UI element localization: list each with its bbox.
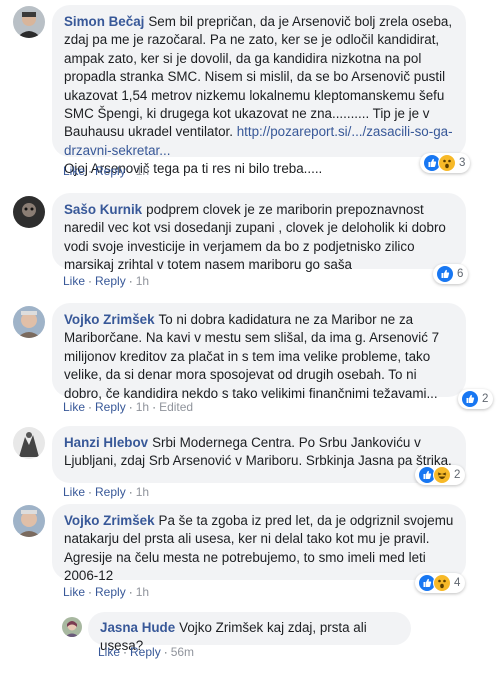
reaction-count: 3 xyxy=(459,157,466,169)
avatar-photo xyxy=(13,505,45,537)
reply-actions: Like · Reply · 56m xyxy=(98,645,195,659)
like-reaction-icon xyxy=(461,390,479,408)
comment-text: Sem bil prepričan, da je Arsenovič bolj … xyxy=(64,14,453,140)
comment-author[interactable]: Vojko Zrimšek xyxy=(64,312,155,327)
avatar[interactable] xyxy=(13,196,45,228)
reply-link[interactable]: Reply xyxy=(95,585,126,599)
reaction-count: 2 xyxy=(454,469,461,481)
avatar[interactable] xyxy=(13,505,45,537)
reply-link[interactable]: Reply xyxy=(130,645,161,659)
comment-actions: Like · Reply · 1h xyxy=(63,585,150,599)
avatar[interactable] xyxy=(13,427,45,459)
reply-timestamp[interactable]: 56m xyxy=(171,645,194,659)
comment-actions: Like · Reply · 1h xyxy=(63,485,150,499)
reaction-count: 6 xyxy=(457,268,464,280)
reaction-count: 4 xyxy=(454,577,461,589)
comment-author[interactable]: Simon Bečaj xyxy=(64,14,144,29)
wow-reaction-icon xyxy=(433,574,451,592)
comment-bubble: Simon Bečaj Sem bil prepričan, da je Arse… xyxy=(52,5,466,176)
reaction-summary[interactable]: 2 xyxy=(458,389,494,409)
comment-timestamp[interactable]: 1h xyxy=(136,485,149,499)
comment-timestamp[interactable]: 1h xyxy=(136,400,149,414)
reaction-summary[interactable]: 4 xyxy=(415,573,466,593)
avatar-photo xyxy=(62,617,82,637)
comment-bubble: Vojko Zrimšek Pa še ta zgoba iz pred let,… xyxy=(52,504,466,583)
avatar[interactable] xyxy=(13,6,45,38)
reply-link[interactable]: Reply xyxy=(95,400,126,414)
reply-link[interactable]: Reply xyxy=(95,485,126,499)
comment-bubble: Sašo Kurnik podprem clovek je ze maribori… xyxy=(52,193,466,272)
like-reaction-icon xyxy=(436,265,454,283)
like-link[interactable]: Like xyxy=(63,164,85,178)
reaction-summary[interactable]: 6 xyxy=(433,264,469,284)
edited-label[interactable]: Edited xyxy=(159,400,193,414)
wow-reaction-icon xyxy=(438,154,456,172)
avatar-photo xyxy=(13,196,45,228)
like-link[interactable]: Like xyxy=(63,585,85,599)
comment-timestamp[interactable]: 1h xyxy=(136,274,149,288)
like-link[interactable]: Like xyxy=(63,274,85,288)
comment-timestamp[interactable]: 1h xyxy=(136,585,149,599)
reply-author[interactable]: Jasna Hude xyxy=(100,620,175,635)
avatar[interactable] xyxy=(13,306,45,338)
comment-author[interactable]: Vojko Zrimšek xyxy=(64,513,155,528)
comment-actions: Like · Reply · 1h xyxy=(63,164,150,178)
comment-bubble: Vojko Zrimšek To ni dobra kadidatura ne z… xyxy=(52,303,466,401)
reply-bubble: Jasna Hude Vojko Zrimšek kaj zdaj, prsta … xyxy=(88,612,411,653)
like-link[interactable]: Like xyxy=(63,400,85,414)
reaction-count: 2 xyxy=(482,393,489,405)
reply-link[interactable]: Reply xyxy=(95,164,126,178)
comment-bubble: Hanzi Hlebov Srbi Modernega Centra. Po Sr… xyxy=(52,426,466,483)
comment-actions: Like · Reply · 1h · Edited xyxy=(63,400,194,414)
reaction-summary[interactable]: 3 xyxy=(420,153,471,173)
comment-author[interactable]: Sašo Kurnik xyxy=(64,202,142,217)
haha-reaction-icon xyxy=(433,466,451,484)
reply-link[interactable]: Reply xyxy=(95,274,126,288)
avatar-photo xyxy=(13,6,45,38)
avatar-photo xyxy=(13,306,45,338)
like-link[interactable]: Like xyxy=(98,645,120,659)
avatar-photo xyxy=(13,427,45,459)
comment-author[interactable]: Hanzi Hlebov xyxy=(64,435,148,450)
like-link[interactable]: Like xyxy=(63,485,85,499)
reaction-summary[interactable]: 2 xyxy=(415,465,466,485)
comment-actions: Like · Reply · 1h xyxy=(63,274,150,288)
avatar[interactable] xyxy=(62,617,82,637)
comment-timestamp[interactable]: 1h xyxy=(136,164,149,178)
